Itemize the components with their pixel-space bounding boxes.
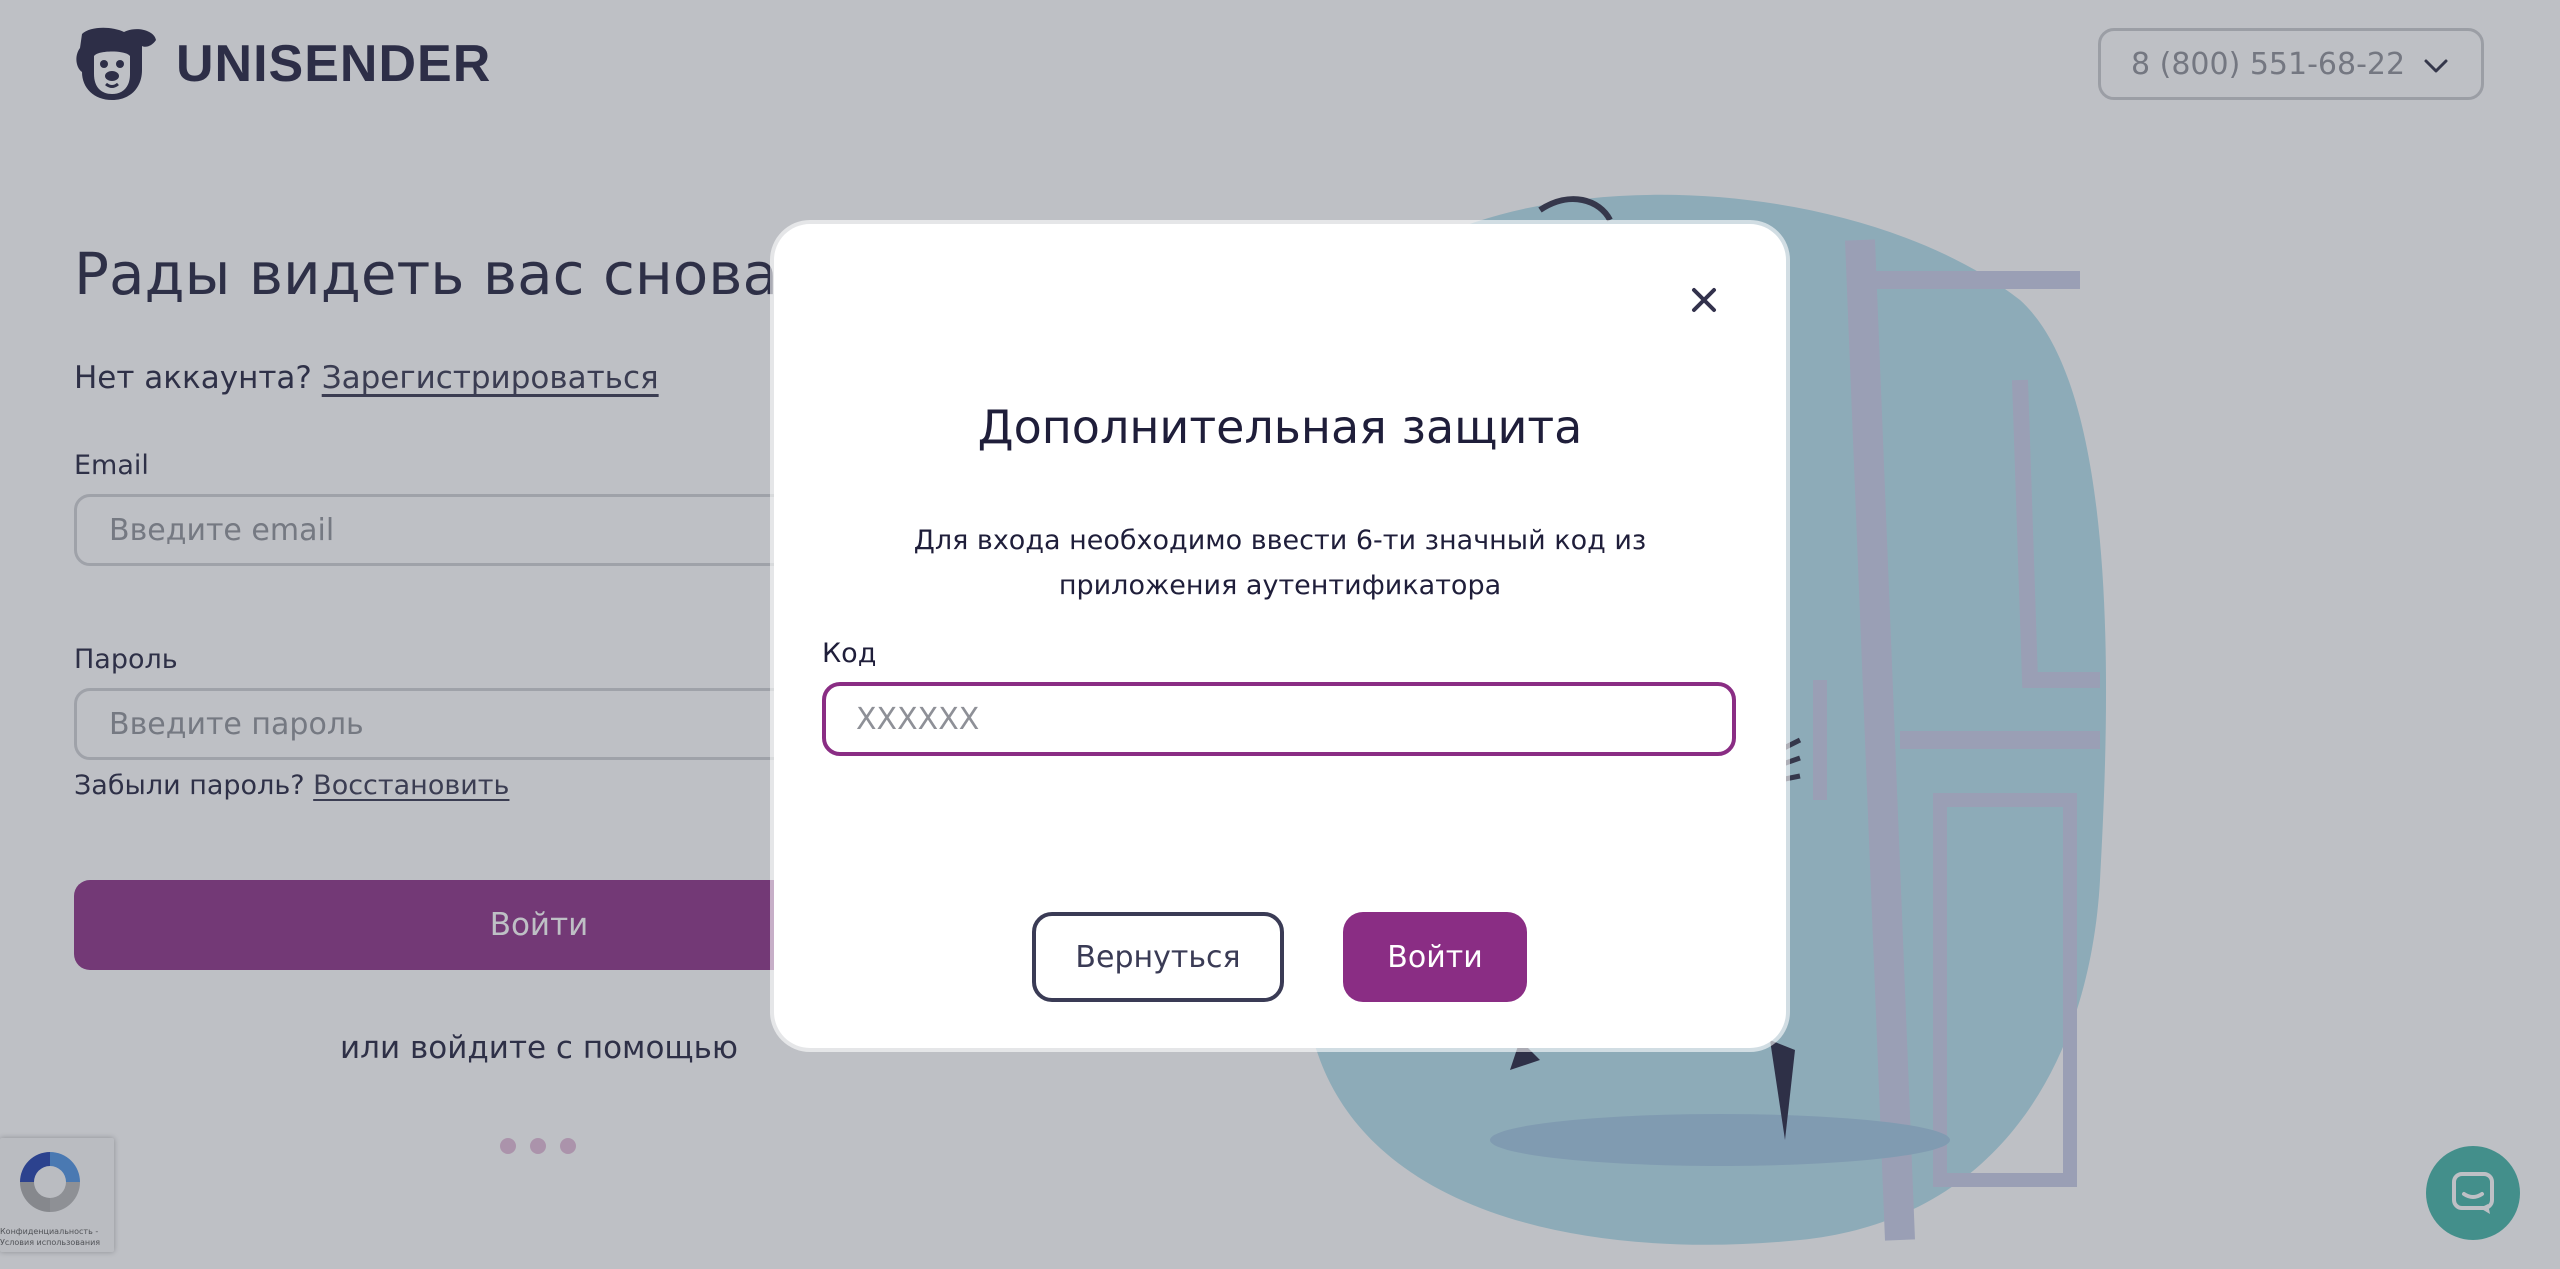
login-page: UNISENDER 8 (800) 551-68-22 Рады видеть … xyxy=(0,0,2560,1269)
modal-description: Для входа необходимо ввести 6-ти значный… xyxy=(913,525,1647,601)
code-label: Код xyxy=(822,638,877,669)
close-icon[interactable] xyxy=(1682,278,1726,322)
back-button[interactable]: Вернуться xyxy=(1032,912,1284,1002)
two-factor-modal: Дополнительная защита Для входа необходи… xyxy=(774,224,1786,1048)
modal-login-button[interactable]: Войти xyxy=(1343,912,1527,1002)
code-input[interactable] xyxy=(822,682,1736,756)
modal-title: Дополнительная защита xyxy=(977,400,1583,454)
